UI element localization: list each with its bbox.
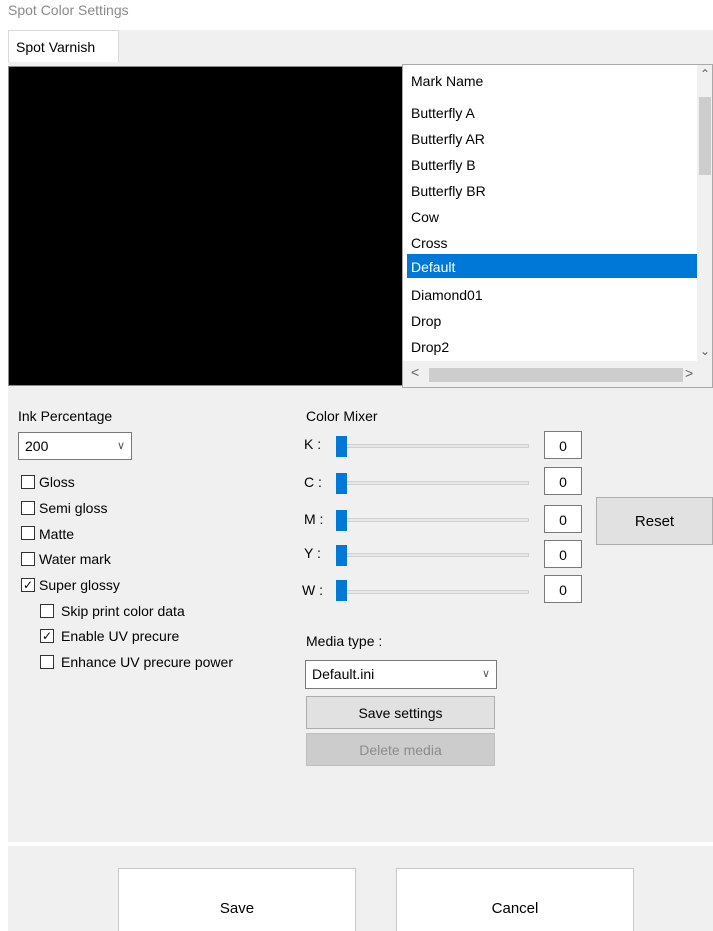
mark-preview	[8, 66, 407, 386]
vertical-scroll-thumb[interactable]	[699, 97, 711, 175]
list-item-label: Diamond01	[411, 287, 483, 303]
scroll-up-icon[interactable]: ⌃	[700, 67, 710, 81]
list-item-label: Drop2	[411, 339, 450, 355]
gloss-checkbox[interactable]	[21, 475, 35, 489]
list-item[interactable]: Drop2	[407, 334, 697, 358]
matte-label: Matte	[39, 526, 75, 542]
media-type-label: Media type :	[306, 633, 383, 649]
semi-gloss-label: Semi gloss	[39, 500, 108, 516]
water-mark-checkbox[interactable]	[21, 552, 35, 566]
scroll-left-icon[interactable]: <	[411, 364, 419, 380]
y-slider-thumb[interactable]	[336, 545, 347, 566]
list-item-label: Cross	[411, 235, 448, 251]
list-item[interactable]: Butterfly BR	[407, 178, 697, 202]
super-glossy-checkbox[interactable]: ✓	[21, 578, 35, 592]
scroll-right-icon[interactable]: >	[685, 365, 693, 381]
list-item-label: Butterfly AR	[411, 131, 485, 147]
list-item[interactable]: Butterfly AR	[407, 126, 697, 150]
reset-button[interactable]: Reset	[596, 497, 713, 545]
media-type-value: Default.ini	[312, 666, 375, 682]
y-slider-track[interactable]	[339, 553, 529, 557]
delete-media-button[interactable]: Delete media	[306, 733, 495, 766]
list-item[interactable]: Cross	[407, 230, 697, 254]
scroll-down-icon[interactable]: ⌄	[700, 344, 710, 358]
list-item-label: Drop	[411, 313, 442, 329]
ink-percentage-select[interactable]: 200 ∨	[18, 432, 132, 460]
enable-uv-precure-checkbox[interactable]: ✓	[40, 629, 54, 643]
m-channel-label: M :	[304, 511, 324, 527]
m-value-field[interactable]: 0	[544, 505, 582, 533]
m-slider-track[interactable]	[339, 518, 529, 522]
enable-uv-precure-label: Enable UV precure	[61, 628, 180, 644]
skip-print-color-label: Skip print color data	[61, 603, 185, 619]
list-item[interactable]: Diamond01	[407, 282, 697, 306]
gloss-label: Gloss	[39, 474, 75, 490]
color-mixer-label: Color Mixer	[306, 408, 378, 424]
ink-percentage-label: Ink Percentage	[18, 408, 113, 424]
list-item-label: Butterfly B	[411, 157, 476, 173]
chevron-down-icon: ∨	[116, 440, 125, 452]
media-type-select[interactable]: Default.ini ∨	[305, 660, 497, 689]
ink-percentage-value: 200	[25, 438, 49, 454]
k-slider-track[interactable]	[339, 444, 529, 448]
c-value-field[interactable]: 0	[544, 467, 582, 495]
list-item[interactable]: Drop	[407, 308, 697, 332]
w-value-field[interactable]: 0	[544, 575, 582, 603]
list-item-label: Butterfly BR	[411, 183, 486, 199]
list-item[interactable]: Butterfly B	[407, 152, 697, 176]
k-channel-label: K :	[304, 436, 322, 452]
c-slider-thumb[interactable]	[336, 473, 347, 494]
save-settings-button[interactable]: Save settings	[306, 696, 495, 729]
chevron-down-icon: ∨	[481, 668, 490, 680]
m-slider-thumb[interactable]	[336, 510, 347, 531]
k-value-field[interactable]: 0	[544, 431, 582, 459]
horizontal-scroll-thumb[interactable]	[429, 368, 683, 382]
enhance-uv-precure-checkbox[interactable]	[40, 655, 54, 669]
mark-list-header: Mark Name	[411, 73, 484, 89]
list-item[interactable]: Butterfly A	[407, 100, 697, 124]
save-button[interactable]: Save	[118, 868, 356, 931]
enhance-uv-precure-label: Enhance UV precure power	[61, 654, 233, 670]
c-channel-label: C :	[304, 474, 322, 490]
list-item-label: Butterfly A	[411, 105, 475, 121]
w-slider-thumb[interactable]	[336, 580, 347, 601]
y-value-field[interactable]: 0	[544, 540, 582, 568]
skip-print-color-checkbox[interactable]	[40, 604, 54, 618]
w-slider-track[interactable]	[339, 590, 529, 594]
w-channel-label: W :	[302, 582, 323, 598]
cancel-button[interactable]: Cancel	[396, 868, 634, 931]
list-item-label: Default	[411, 259, 456, 275]
super-glossy-label: Super glossy	[39, 577, 120, 593]
list-item[interactable]: Cow	[407, 204, 697, 228]
matte-checkbox[interactable]	[21, 526, 35, 540]
list-item-selected[interactable]: Default	[407, 254, 697, 278]
k-slider-thumb[interactable]	[336, 436, 347, 457]
list-item-label: Cow	[411, 209, 440, 225]
mark-name-list[interactable]: Mark Name Butterfly A Butterfly AR Butte…	[402, 64, 713, 388]
window-title: Spot Color Settings	[8, 2, 129, 18]
water-mark-label: Water mark	[39, 551, 111, 567]
c-slider-track[interactable]	[339, 481, 529, 485]
semi-gloss-checkbox[interactable]	[21, 501, 35, 515]
tab-spot-varnish[interactable]: Spot Varnish	[8, 30, 119, 62]
y-channel-label: Y :	[304, 545, 321, 561]
